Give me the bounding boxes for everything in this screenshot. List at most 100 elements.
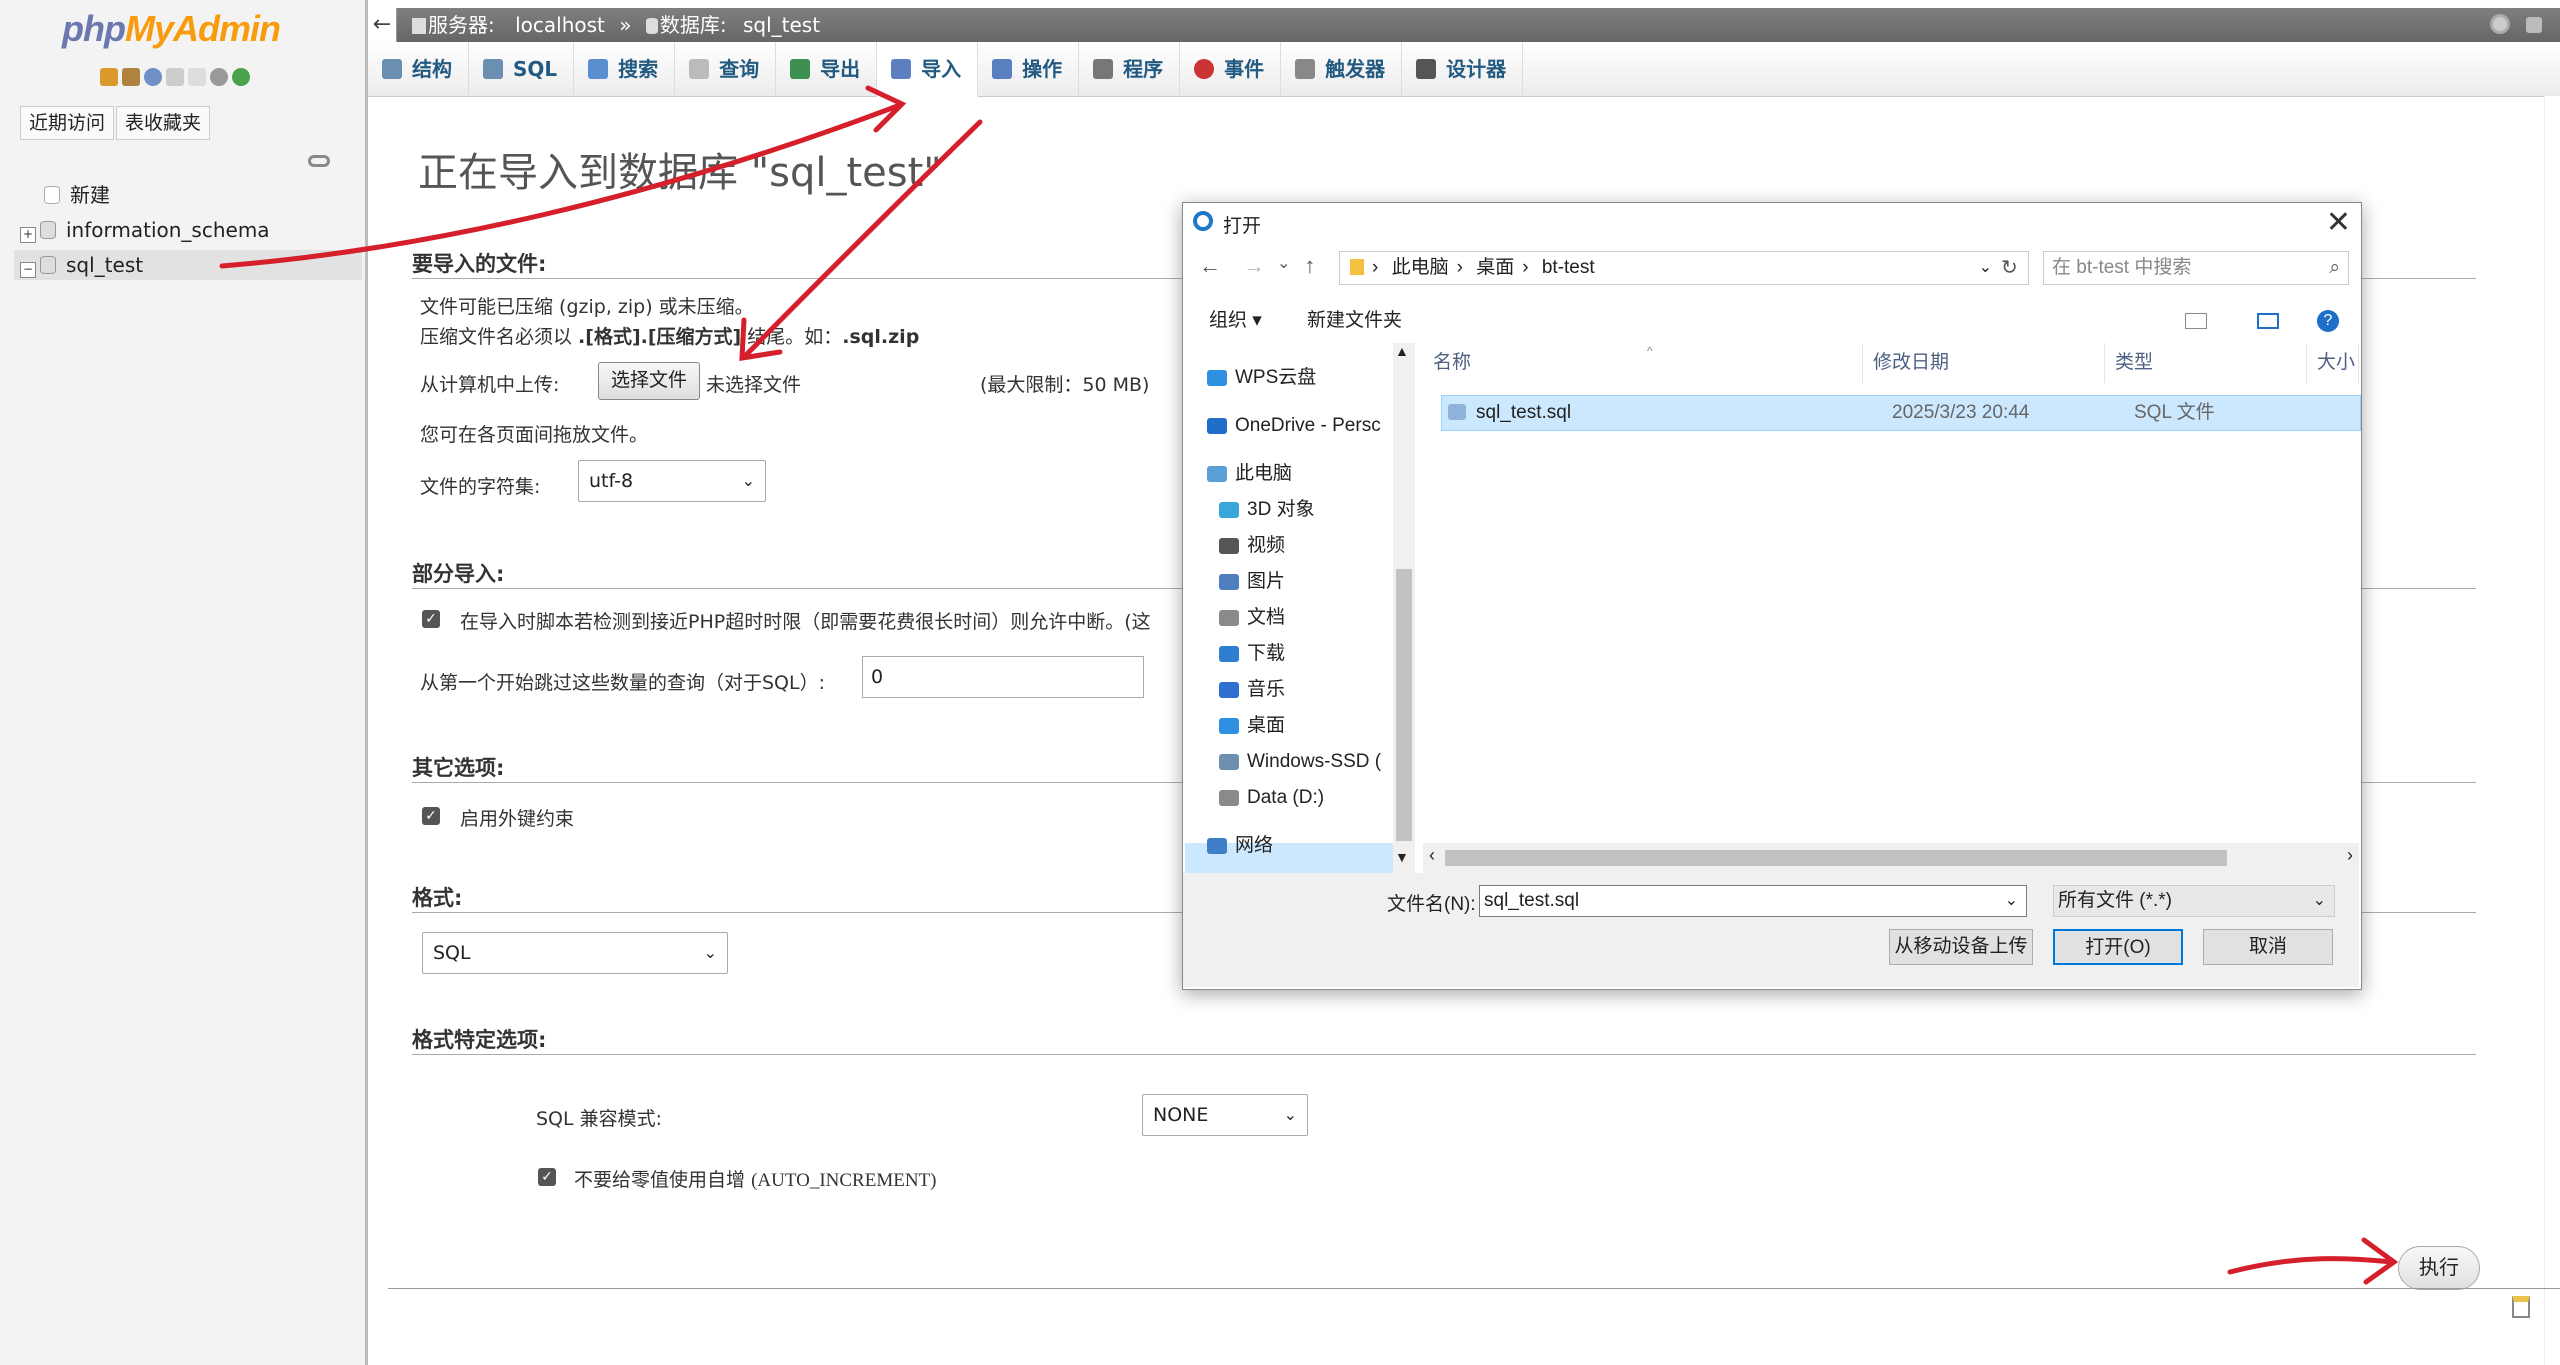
docs-icon[interactable] — [166, 68, 184, 86]
path-segment-bt-test[interactable]: bt-test — [1542, 257, 1595, 278]
nav-pane-item[interactable]: 图片 — [1219, 565, 1285, 599]
recent-locations-icon[interactable]: ⌄ — [1277, 253, 1290, 279]
tab-operations[interactable]: 操作 — [978, 42, 1080, 96]
path-segment-this-pc[interactable]: 此电脑 — [1392, 257, 1449, 278]
format-select[interactable]: SQL ⌄ — [422, 932, 728, 974]
copy-icon[interactable] — [188, 68, 206, 86]
scrollbar-thumb[interactable] — [1396, 569, 1412, 841]
nav-pane-item[interactable]: 视频 — [1219, 529, 1285, 563]
compat-value: NONE — [1153, 1104, 1209, 1126]
tab-designer[interactable]: 设计器 — [1402, 42, 1524, 96]
collapse-icon[interactable]: − — [20, 262, 36, 278]
filename-hint: 压缩文件名必须以 .[格式].[压缩方式] 结尾。如：.sql.zip — [420, 326, 920, 348]
file-type-filter-select[interactable]: 所有文件 (*.*) ⌄ — [2053, 885, 2335, 917]
nav-pane-item-label: 下载 — [1247, 643, 1286, 664]
tree-item-new[interactable]: 新建 — [30, 180, 110, 210]
forward-arrow-icon[interactable]: → — [1243, 253, 1265, 279]
tab-routines[interactable]: 程序 — [1079, 42, 1181, 96]
tab-triggers[interactable]: 触发器 — [1281, 42, 1403, 96]
address-bar[interactable]: › 此电脑 › 桌面 › bt-test ⌄ — [1339, 251, 2029, 285]
scroll-left-icon[interactable]: ‹ — [1429, 845, 1435, 866]
nav-pane-item[interactable]: OneDrive - Persc — [1207, 409, 1381, 443]
column-name[interactable]: 名称 ^ — [1423, 343, 1863, 383]
console-icon[interactable] — [2512, 1296, 2530, 1318]
page-scrollbar[interactable] — [2544, 96, 2560, 1365]
phpmyadmin-logo[interactable]: phpMyAdmin — [62, 8, 281, 50]
preview-pane-icon[interactable] — [2257, 313, 2279, 329]
new-folder-button[interactable]: 新建文件夹 — [1307, 299, 1402, 343]
nav-pane-item[interactable]: 3D 对象 — [1219, 493, 1315, 527]
back-arrow-icon[interactable]: ← — [1199, 253, 1221, 279]
scroll-up-icon[interactable]: ▲ — [1395, 343, 1409, 359]
help-icon[interactable]: ? — [2317, 310, 2339, 332]
close-icon[interactable]: ✕ — [2326, 205, 2351, 240]
scrollbar-thumb[interactable] — [1445, 850, 2227, 866]
settings-gear-icon[interactable] — [2490, 14, 2510, 34]
scroll-right-icon[interactable]: › — [2347, 845, 2353, 866]
tree-item-information-schema[interactable]: + information_schema — [20, 215, 270, 245]
column-size[interactable]: 大小 — [2307, 343, 2359, 383]
chevron-down-icon[interactable]: ⌄ — [2005, 886, 2018, 916]
allow-interrupt-checkbox[interactable]: ✓ — [422, 610, 440, 628]
charset-select[interactable]: utf-8 ⌄ — [578, 460, 766, 502]
file-type: SQL 文件 — [2134, 402, 2215, 423]
search-input[interactable]: 在 bt-test 中搜索 ⌕ — [2043, 251, 2349, 285]
tree-item-sql-test[interactable]: − sql_test — [20, 250, 143, 280]
path-segment-desktop[interactable]: 桌面 — [1476, 257, 1514, 278]
tab-favorites[interactable]: 表收藏夹 — [116, 106, 211, 140]
link-icon[interactable] — [308, 155, 330, 167]
skip-queries-input[interactable]: 0 — [862, 656, 1144, 698]
upload-from-mobile-button[interactable]: 从移动设备上传 — [1889, 929, 2033, 965]
expand-icon[interactable]: + — [20, 227, 36, 243]
up-arrow-icon[interactable]: ↑ — [1304, 253, 1315, 279]
foreign-keys-checkbox[interactable]: ✓ — [422, 807, 440, 825]
organize-menu[interactable]: 组织 ▾ — [1209, 299, 1262, 343]
filename-input[interactable]: sql_test.sql ⌄ — [1479, 885, 2027, 917]
nav-pane-item[interactable]: 此电脑 — [1207, 457, 1292, 491]
no-auto-increment-checkbox[interactable]: ✓ — [538, 1168, 556, 1186]
scroll-down-icon[interactable]: ▼ — [1395, 849, 1409, 865]
sql-icon — [483, 59, 503, 79]
nav-pane-item[interactable]: Data (D:) — [1219, 781, 1324, 815]
go-button[interactable]: 执行 — [2398, 1246, 2480, 1290]
tab-export[interactable]: 导出 — [776, 42, 878, 96]
home-icon[interactable] — [100, 68, 118, 86]
file-list-hscrollbar[interactable]: ‹ › — [1423, 843, 2359, 873]
nav-pane-item[interactable]: WPS云盘 — [1207, 361, 1316, 395]
view-options-icon[interactable] — [2185, 313, 2207, 329]
nav-pane-item[interactable]: 文档 — [1219, 601, 1285, 635]
nav-pane-item[interactable]: 桌面 — [1219, 709, 1285, 743]
cancel-button[interactable]: 取消 — [2203, 929, 2333, 965]
tab-import[interactable]: 导入 — [877, 42, 979, 97]
nav-pane-item[interactable]: Windows-SSD ( — [1219, 745, 1381, 779]
tab-recent[interactable]: 近期访问 — [20, 106, 115, 140]
tab-events[interactable]: 事件 — [1180, 42, 1282, 96]
nav-pane-item[interactable]: 音乐 — [1219, 673, 1285, 707]
trigger-icon — [1295, 59, 1316, 79]
page-title: 正在导入到数据库 "sql_test" — [418, 150, 942, 196]
tab-sql[interactable]: SQL — [469, 42, 575, 96]
column-modified[interactable]: 修改日期 — [1863, 343, 2105, 383]
logout-icon[interactable] — [122, 68, 140, 86]
breadcrumb-server-link[interactable]: localhost — [515, 13, 605, 37]
tab-search[interactable]: 搜索 — [574, 42, 676, 96]
reload-icon[interactable] — [232, 68, 250, 86]
choose-file-button[interactable]: 选择文件 — [598, 362, 700, 400]
refresh-icon[interactable]: ↻ — [2001, 255, 2018, 280]
nav-pane-item[interactable]: 网络 — [1207, 829, 1273, 863]
back-arrow-icon[interactable]: ← — [368, 8, 397, 42]
collapse-menu-icon[interactable] — [2526, 17, 2542, 33]
import-icon — [891, 59, 912, 79]
tab-structure[interactable]: 结构 — [368, 42, 469, 96]
sql-compat-select[interactable]: NONE ⌄ — [1142, 1094, 1308, 1136]
computer-icon — [1207, 466, 1227, 482]
chevron-down-icon[interactable]: ⌄ — [1979, 252, 1992, 284]
tab-query[interactable]: 查询 — [675, 42, 777, 96]
open-button[interactable]: 打开(O) — [2053, 929, 2183, 965]
breadcrumb-db-link[interactable]: sql_test — [743, 13, 820, 37]
help-icon[interactable] — [144, 68, 162, 86]
nav-pane-item[interactable]: 下载 — [1219, 637, 1285, 671]
settings-icon[interactable] — [210, 68, 228, 86]
file-row[interactable]: sql_test.sql 2025/3/23 20:44 SQL 文件 — [1441, 395, 2361, 431]
column-type[interactable]: 类型 — [2105, 343, 2307, 383]
